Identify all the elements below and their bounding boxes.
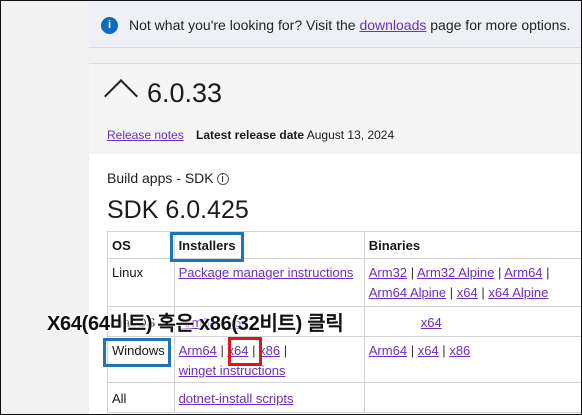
info-circle-icon[interactable]: i <box>216 173 229 185</box>
screenshot-frame: i Not what you're looking for? Visit the… <box>0 0 582 415</box>
instruction-overlay-text: X64(64비트) 혹은 x86(32비트) 클릭 <box>47 313 344 335</box>
table-row-linux: Linux Package manager instructions Arm32… <box>107 258 581 307</box>
table-row-windows: Windows Arm64 | x64 | x86 | winget instr… <box>107 336 581 383</box>
windows-inst-x86[interactable]: x86 <box>259 343 280 358</box>
downloads-link[interactable]: downloads <box>359 17 426 33</box>
linux-bin-arm64[interactable]: Arm64 <box>504 265 542 280</box>
sdk-subtitle-text: Build apps - SDK <box>107 170 214 186</box>
windows-bin-x86[interactable]: x86 <box>449 343 470 358</box>
os-linux: Linux <box>107 258 175 307</box>
release-date: Latest release date August 13, 2024 <box>196 128 394 142</box>
windows-inst-arm64[interactable]: Arm64 <box>179 343 217 358</box>
windows-bin-arm64[interactable]: Arm64 <box>369 343 407 358</box>
release-date-value: August 13, 2024 <box>306 128 395 142</box>
linux-binaries-cell: Arm32 | Arm32 Alpine | Arm64 | Arm64 Alp… <box>363 258 581 307</box>
linux-bin-arm32[interactable]: Arm32 <box>369 265 407 280</box>
sdk-subtitle: Build apps - SDK i <box>107 170 229 186</box>
info-icon: i <box>101 17 118 34</box>
sdk-title: SDK 6.0.425 <box>107 196 249 224</box>
dotnet-install-scripts-link[interactable]: dotnet-install scripts <box>179 391 294 406</box>
linux-bin-x64[interactable]: x64 <box>457 285 478 300</box>
package-manager-link[interactable]: Package manager instructions <box>179 265 354 280</box>
highlight-windows-os <box>103 338 171 367</box>
notice-prefix: Not what you're looking for? Visit the <box>129 17 360 33</box>
release-date-label: Latest release date <box>196 128 305 142</box>
table-row-all: All dotnet-install scripts <box>107 382 581 413</box>
macos-binaries-cell: x64 <box>363 306 581 337</box>
release-version: 6.0.33 <box>147 78 223 108</box>
windows-installer-cell: Arm64 | x64 | x86 | winget instructions <box>173 336 365 383</box>
macos-bin-x64[interactable]: x64 <box>421 315 442 330</box>
linux-installer-cell: Package manager instructions <box>173 258 365 307</box>
all-installer-cell: dotnet-install scripts <box>173 382 365 413</box>
release-notes-link[interactable]: Release notes <box>107 128 184 142</box>
highlight-installers-header <box>170 232 244 262</box>
linux-bin-arm32-alpine[interactable]: Arm32 Alpine <box>417 265 494 280</box>
highlight-windows-x64 <box>228 337 262 366</box>
windows-bin-x64[interactable]: x64 <box>418 343 439 358</box>
sdk-card: Build apps - SDK i SDK 6.0.425 OS Install… <box>89 154 581 414</box>
release-section: 6.0.33 Release notes Latest release date… <box>89 63 581 152</box>
header-binaries: Binaries <box>363 231 581 259</box>
chevron-up-icon[interactable] <box>104 79 138 113</box>
linux-bin-arm64-alpine[interactable]: Arm64 Alpine <box>369 285 446 300</box>
notice-text: Not what you're looking for? Visit the d… <box>129 17 570 33</box>
linux-bin-x64-alpine[interactable]: x64 Alpine <box>488 285 548 300</box>
notice-suffix: page for more options. <box>426 17 571 33</box>
os-all: All <box>107 382 175 413</box>
all-binaries-cell <box>363 382 581 413</box>
header-os: OS <box>107 231 175 259</box>
notice-banner: i Not what you're looking for? Visit the… <box>89 1 581 48</box>
windows-binaries-cell: Arm64 | x64 | x86 <box>363 336 581 383</box>
